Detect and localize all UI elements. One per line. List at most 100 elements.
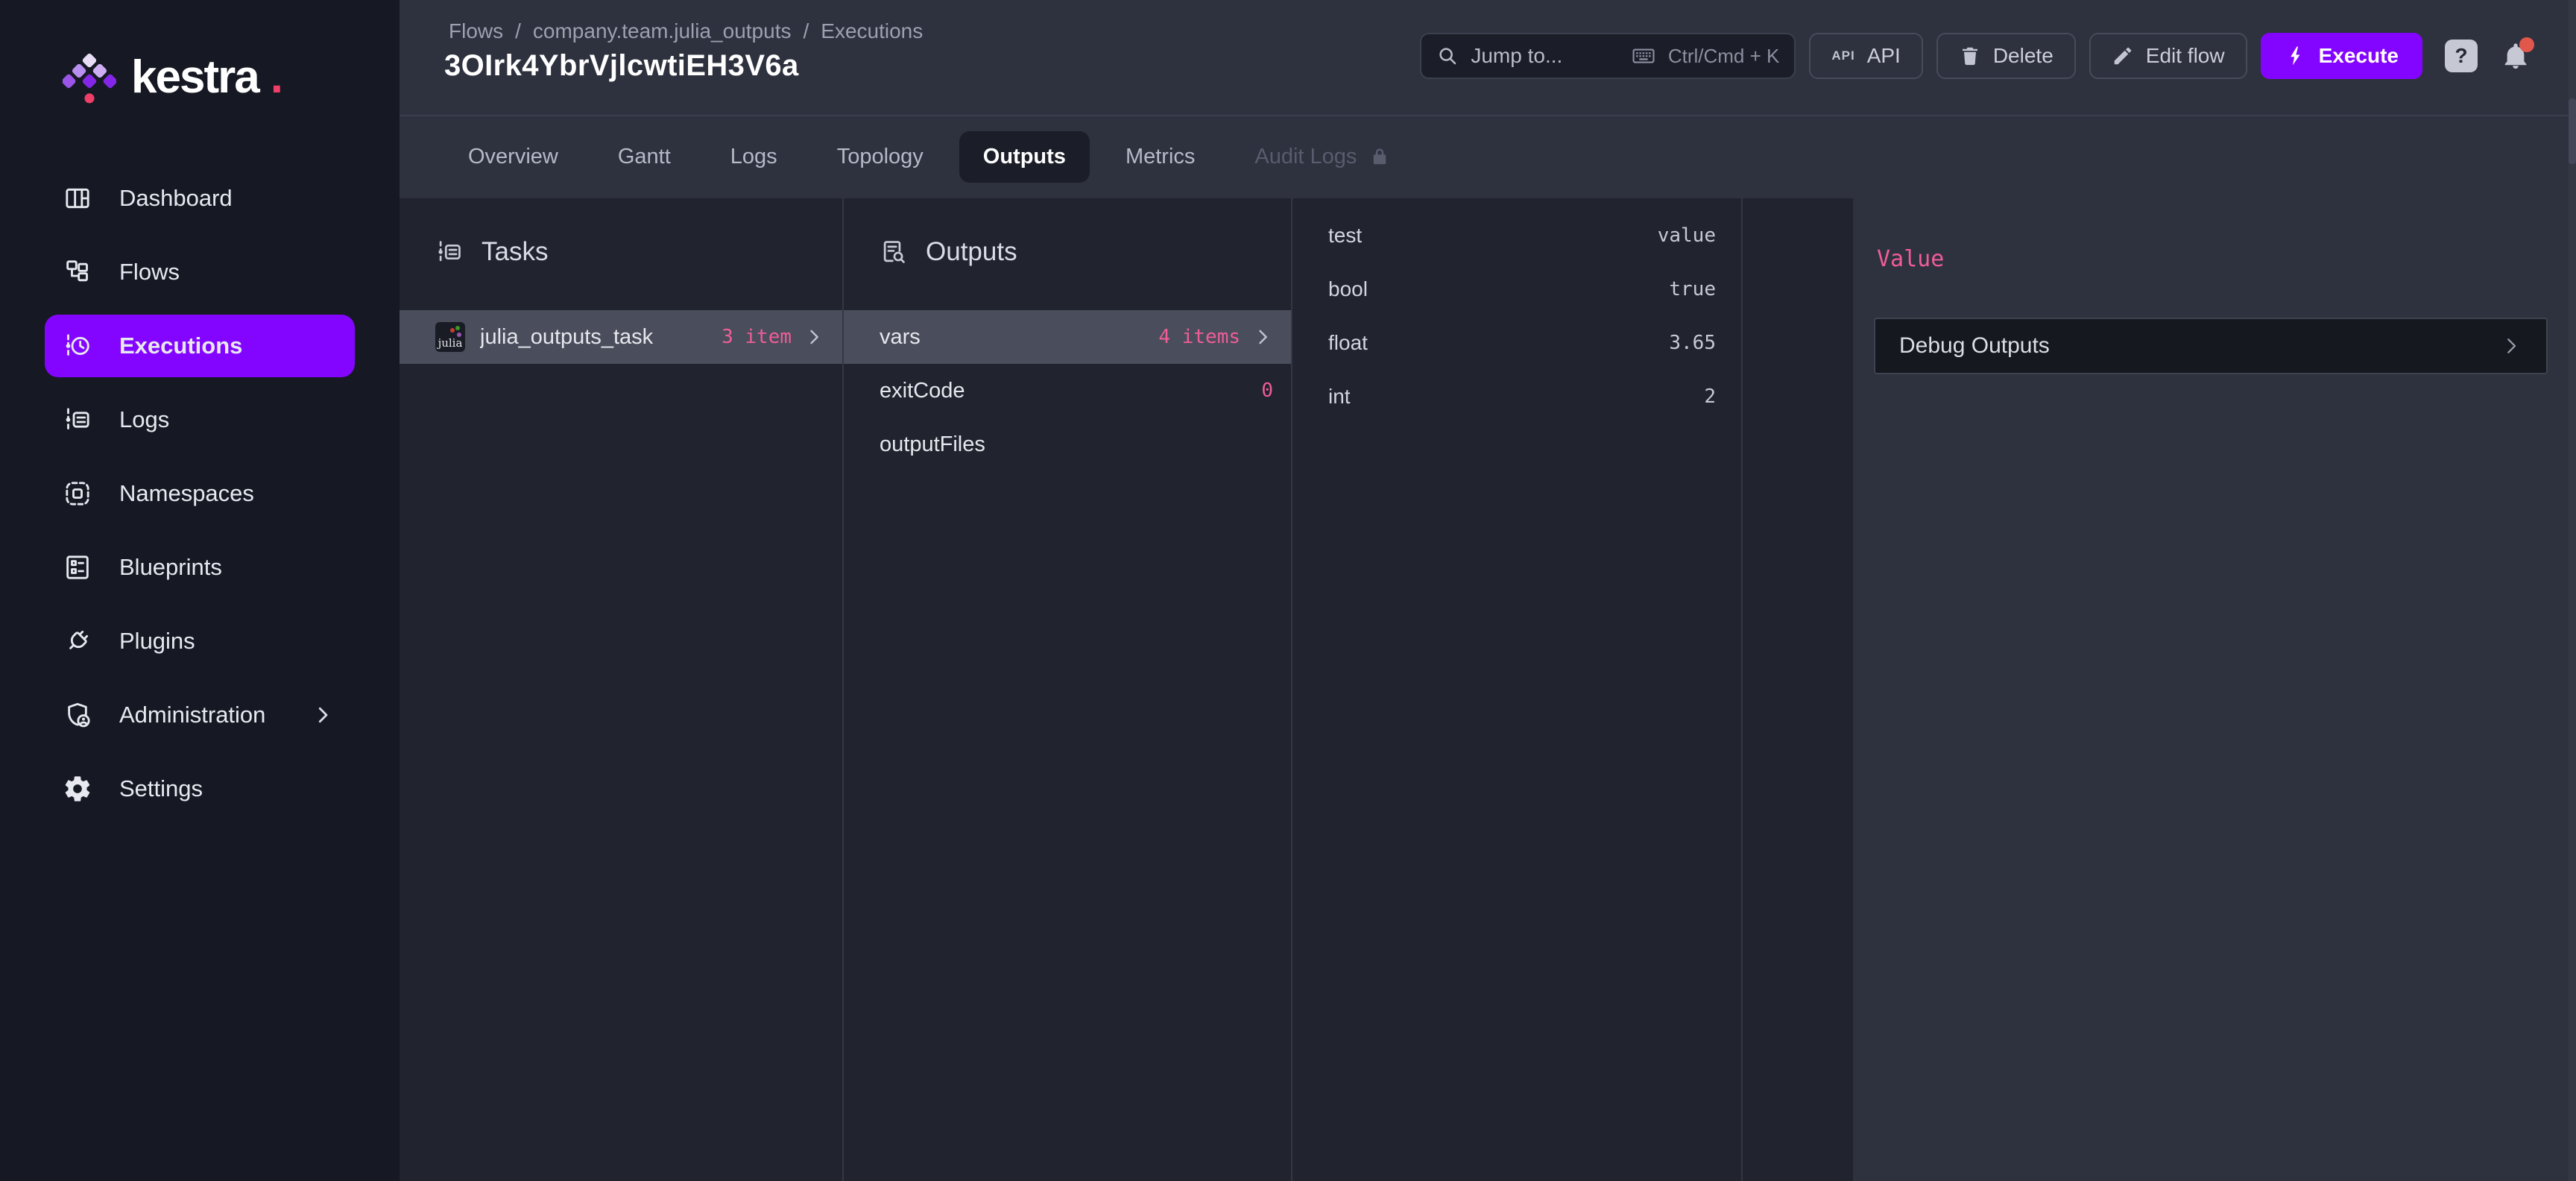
sidebar-item-administration[interactable]: Administration xyxy=(0,678,400,752)
value-row-bool[interactable]: bool true xyxy=(1292,262,1741,316)
tasks-panel-header: Tasks xyxy=(435,237,548,267)
value-row-test[interactable]: test value xyxy=(1292,209,1741,262)
output-row-outputfiles[interactable]: outputFiles xyxy=(844,418,1291,471)
tasks-panel: Tasks julia julia_outputs_task 3 item xyxy=(400,198,844,1181)
julia-task-icon: julia xyxy=(435,322,465,352)
notifications-bell-icon[interactable] xyxy=(2500,40,2531,72)
blueprints-icon xyxy=(63,552,92,582)
delete-button-label: Delete xyxy=(1993,44,2053,68)
keyboard-icon xyxy=(1631,43,1656,69)
page-title: 3OIrk4YbrVjlcwtiEH3V6a xyxy=(444,49,799,83)
debug-outputs-label: Debug Outputs xyxy=(1899,333,2050,359)
delete-button[interactable]: Delete xyxy=(1936,33,2076,79)
api-button-label: API xyxy=(1867,44,1901,68)
tab-topology[interactable]: Topology xyxy=(813,131,947,183)
search-placeholder: Jump to... xyxy=(1471,44,1562,68)
api-icon: API xyxy=(1831,48,1854,63)
sidebar-item-label: Settings xyxy=(119,775,203,802)
sidebar: kestra. Dashboard Flows Executions xyxy=(0,0,400,1181)
main-area: Flows / company.team.julia_outputs / Exe… xyxy=(400,0,2576,1181)
tab-gantt[interactable]: Gantt xyxy=(594,131,695,183)
sidebar-item-dashboard[interactable]: Dashboard xyxy=(0,161,400,235)
dashboard-icon xyxy=(63,183,92,213)
debug-outputs-button[interactable]: Debug Outputs xyxy=(1874,318,2548,374)
search-shortcut: Ctrl/Cmd + K xyxy=(1668,45,1780,68)
scrollbar-thumb[interactable] xyxy=(2569,98,2576,164)
vars-values-panel: test value bool true float 3.65 int 2 xyxy=(1292,198,1743,1181)
execute-button[interactable]: Execute xyxy=(2261,33,2422,79)
help-button[interactable]: ? xyxy=(2445,40,2478,72)
outputs-panel-header: Outputs xyxy=(880,237,1017,267)
notification-badge xyxy=(2519,37,2534,52)
tab-audit-logs: Audit Logs xyxy=(1231,131,1415,183)
tab-metrics[interactable]: Metrics xyxy=(1102,131,1219,183)
brand-name: kestra xyxy=(131,48,259,107)
breadcrumb-separator: / xyxy=(515,19,521,43)
sidebar-item-label: Blueprints xyxy=(119,554,222,581)
sidebar-item-label: Administration xyxy=(119,702,265,728)
jump-to-search[interactable]: Jump to... Ctrl/Cmd + K xyxy=(1420,33,1796,79)
chevron-right-icon xyxy=(2500,335,2522,357)
tab-outputs[interactable]: Outputs xyxy=(959,131,1090,183)
value-row-int[interactable]: int 2 xyxy=(1292,370,1741,423)
breadcrumb-separator: / xyxy=(803,19,809,43)
kestra-app: kestra. Dashboard Flows Executions xyxy=(0,0,2576,1181)
sidebar-item-label: Dashboard xyxy=(119,185,233,212)
chevron-right-icon xyxy=(1252,327,1273,347)
flows-icon xyxy=(63,257,92,287)
breadcrumb-namespace[interactable]: company.team.julia_outputs xyxy=(533,19,792,43)
sidebar-item-label: Executions xyxy=(119,333,242,359)
sidebar-nav: Dashboard Flows Executions Logs xyxy=(0,161,400,825)
api-button[interactable]: API API xyxy=(1809,33,1922,79)
sidebar-item-label: Flows xyxy=(119,259,180,286)
breadcrumb: Flows / company.team.julia_outputs / Exe… xyxy=(449,19,923,43)
help-button-label: ? xyxy=(2455,44,2467,68)
breadcrumb-flows[interactable]: Flows xyxy=(449,19,503,43)
sidebar-item-label: Logs xyxy=(119,406,169,433)
vertical-scrollbar[interactable] xyxy=(2569,0,2576,1181)
empty-drilldown-column xyxy=(1743,198,1853,1181)
tab-logs[interactable]: Logs xyxy=(707,131,801,183)
execute-button-label: Execute xyxy=(2319,44,2399,68)
output-row-exitcode[interactable]: exitCode 0 xyxy=(844,364,1291,418)
pencil-icon xyxy=(2112,45,2134,67)
brand-dot: . xyxy=(271,48,283,107)
output-items-badge: 4 items xyxy=(1158,326,1240,348)
topbar: Flows / company.team.julia_outputs / Exe… xyxy=(400,0,2576,198)
topbar-actions: Jump to... Ctrl/Cmd + K API API Delete xyxy=(1420,33,2531,79)
sidebar-item-namespaces[interactable]: Namespaces xyxy=(0,456,400,530)
value-heading: Value xyxy=(1877,246,1944,272)
task-row-julia-outputs-task[interactable]: julia julia_outputs_task 3 item xyxy=(400,310,842,364)
namespaces-icon xyxy=(63,479,92,508)
sidebar-item-plugins[interactable]: Plugins xyxy=(0,604,400,678)
sidebar-item-executions[interactable]: Executions xyxy=(45,315,355,377)
sidebar-item-logs[interactable]: Logs xyxy=(0,382,400,456)
output-row-vars[interactable]: vars 4 items xyxy=(844,310,1291,364)
task-label: julia_outputs_task xyxy=(480,325,653,350)
sidebar-item-flows[interactable]: Flows xyxy=(0,235,400,309)
sidebar-item-blueprints[interactable]: Blueprints xyxy=(0,530,400,604)
logs-icon xyxy=(63,405,92,435)
plugins-icon xyxy=(63,626,92,656)
administration-icon xyxy=(63,700,92,730)
chevron-right-icon xyxy=(804,327,824,347)
settings-icon xyxy=(63,774,92,804)
sidebar-item-label: Namespaces xyxy=(119,480,254,507)
value-row-float[interactable]: float 3.65 xyxy=(1292,316,1741,370)
lightning-bolt-icon xyxy=(2285,45,2307,67)
chevron-right-icon xyxy=(312,704,334,726)
output-value-badge: 0 xyxy=(1261,380,1273,402)
tasks-panel-title: Tasks xyxy=(482,237,548,267)
outputs-panel-title: Outputs xyxy=(926,237,1017,267)
outputs-panel: Outputs vars 4 items exitCode 0 xyxy=(844,198,1292,1181)
breadcrumb-executions[interactable]: Executions xyxy=(821,19,923,43)
execution-tabs: Overview Gantt Logs Topology Outputs Met… xyxy=(444,115,1415,198)
outputs-icon xyxy=(880,238,908,266)
executions-icon xyxy=(63,331,92,361)
search-icon xyxy=(1436,45,1459,67)
kestra-logo[interactable]: kestra. xyxy=(63,48,283,107)
tab-overview[interactable]: Overview xyxy=(444,131,582,183)
edit-flow-button[interactable]: Edit flow xyxy=(2089,33,2247,79)
sidebar-item-settings[interactable]: Settings xyxy=(0,752,400,825)
task-items-badge: 3 item xyxy=(722,326,792,348)
